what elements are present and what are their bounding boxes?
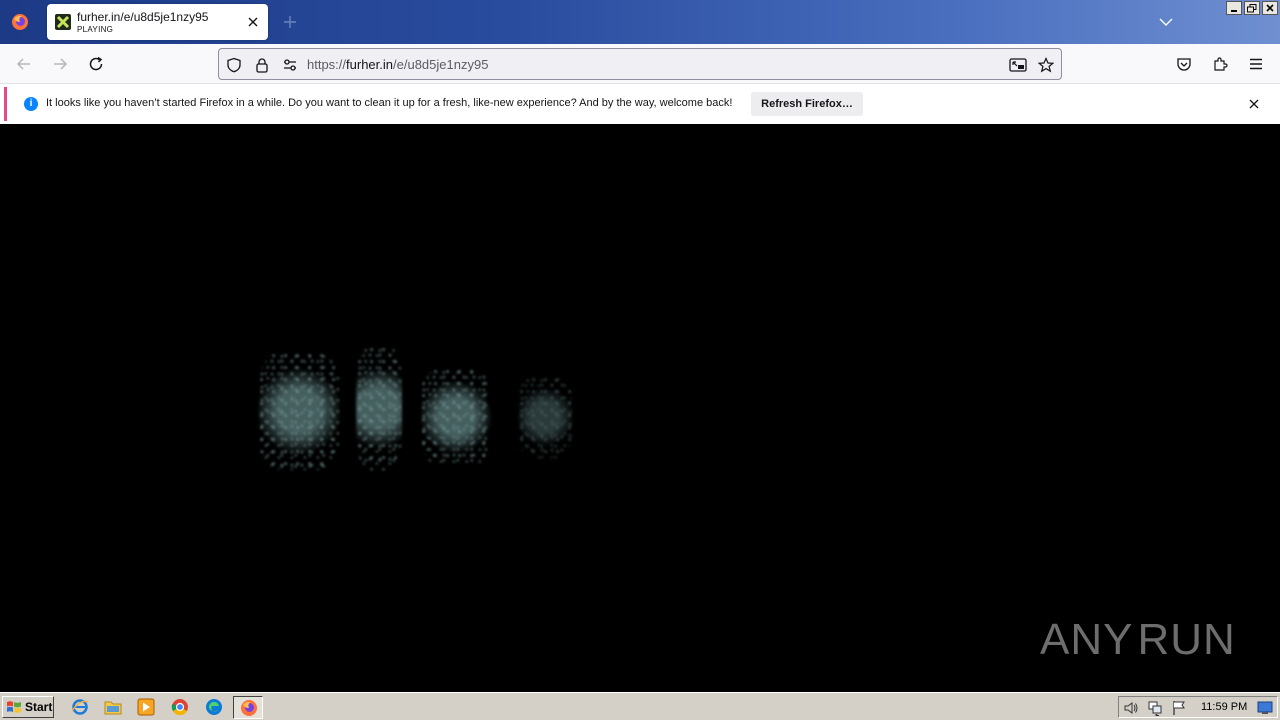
- notification-message: It looks like you haven’t started Firefo…: [46, 97, 733, 109]
- system-tray: 11:59 PM: [1118, 696, 1278, 718]
- arrow-right-icon: [54, 58, 68, 70]
- tab-strip: furher.in/e/u8d5je1nzy95 PLAYING: [0, 0, 1280, 44]
- chevron-down-icon: [1159, 18, 1173, 26]
- refresh-firefox-button[interactable]: Refresh Firefox…: [751, 92, 863, 116]
- volume-icon[interactable]: [1123, 700, 1139, 716]
- permissions-icon[interactable]: [281, 56, 299, 74]
- action-center-flag-icon[interactable]: [1171, 700, 1187, 716]
- pocket-icon: [1177, 58, 1191, 71]
- close-tab-icon[interactable]: [244, 13, 262, 31]
- media-player-icon[interactable]: [136, 697, 156, 717]
- firefox-logo-icon: [12, 14, 28, 30]
- bookmark-star-icon[interactable]: [1037, 56, 1055, 74]
- tab-title: furher.in/e/u8d5je1nzy95: [77, 10, 209, 24]
- active-tab[interactable]: furher.in/e/u8d5je1nzy95 PLAYING: [47, 4, 268, 40]
- firefox-icon: [239, 698, 259, 718]
- restore-button[interactable]: [1244, 1, 1260, 15]
- close-window-button[interactable]: [1262, 1, 1278, 15]
- show-desktop-icon[interactable]: [1257, 700, 1273, 716]
- lock-icon[interactable]: [253, 56, 271, 74]
- list-all-tabs-button[interactable]: [1156, 12, 1176, 32]
- site-favicon-icon: [55, 14, 71, 30]
- tracking-protection-shield-icon[interactable]: [225, 56, 243, 74]
- notification-bar: i It looks like you haven’t started Fire…: [0, 84, 1280, 124]
- address-bar[interactable]: https://furher.in/e/u8d5je1nzy95: [218, 48, 1062, 80]
- network-icon[interactable]: [1147, 700, 1163, 716]
- url-text[interactable]: https://furher.in/e/u8d5je1nzy95: [307, 57, 488, 72]
- window-controls: [1226, 1, 1278, 15]
- arrow-left-icon: [16, 58, 30, 70]
- close-notification-icon[interactable]: [1246, 96, 1262, 112]
- app-menu-button[interactable]: [1244, 52, 1268, 76]
- new-tab-button[interactable]: [280, 12, 300, 32]
- back-button[interactable]: [12, 52, 36, 76]
- notification-box: i It looks like you haven’t started Fire…: [4, 87, 1276, 121]
- tab-playing-label: PLAYING: [77, 25, 114, 34]
- minimize-button[interactable]: [1226, 1, 1242, 15]
- video-frame-noise-1: [258, 352, 340, 470]
- anyrun-watermark: ANY RUN: [1040, 609, 1236, 671]
- video-player[interactable]: ANY RUN: [0, 124, 1280, 692]
- extensions-button[interactable]: [1208, 52, 1232, 76]
- picture-in-picture-icon[interactable]: [1009, 56, 1027, 74]
- pocket-button[interactable]: [1172, 52, 1196, 76]
- watermark-text-left: ANY: [1040, 615, 1134, 664]
- url-path: /e/u8d5je1nzy95: [393, 57, 489, 72]
- navigation-toolbar: https://furher.in/e/u8d5je1nzy95: [0, 44, 1280, 84]
- edge-icon[interactable]: [204, 697, 224, 717]
- windows-logo-icon: [7, 701, 21, 713]
- video-frame-noise-4: [518, 376, 572, 458]
- reload-button[interactable]: [84, 52, 108, 76]
- start-label: Start: [25, 700, 53, 714]
- internet-explorer-icon[interactable]: [70, 697, 90, 717]
- plus-icon: [284, 16, 296, 28]
- chrome-icon[interactable]: [170, 697, 190, 717]
- watermark-text-right: RUN: [1137, 615, 1236, 664]
- firefox-view-button[interactable]: [0, 0, 40, 44]
- start-button[interactable]: Start: [2, 696, 54, 718]
- hamburger-menu-icon: [1250, 58, 1262, 70]
- url-host: furher.in: [346, 57, 394, 72]
- url-scheme: https://: [307, 57, 347, 72]
- clock[interactable]: 11:59 PM: [1201, 701, 1247, 713]
- video-frame-noise-3: [420, 368, 492, 466]
- puzzle-icon: [1214, 57, 1228, 71]
- taskbar: Start 11:59 PM: [0, 692, 1280, 720]
- reload-icon: [89, 56, 103, 71]
- file-explorer-icon[interactable]: [103, 697, 123, 717]
- forward-button[interactable]: [48, 52, 72, 76]
- firefox-taskbar-button[interactable]: [233, 696, 263, 719]
- video-frame-noise-2: [356, 346, 402, 470]
- info-icon: i: [24, 97, 38, 111]
